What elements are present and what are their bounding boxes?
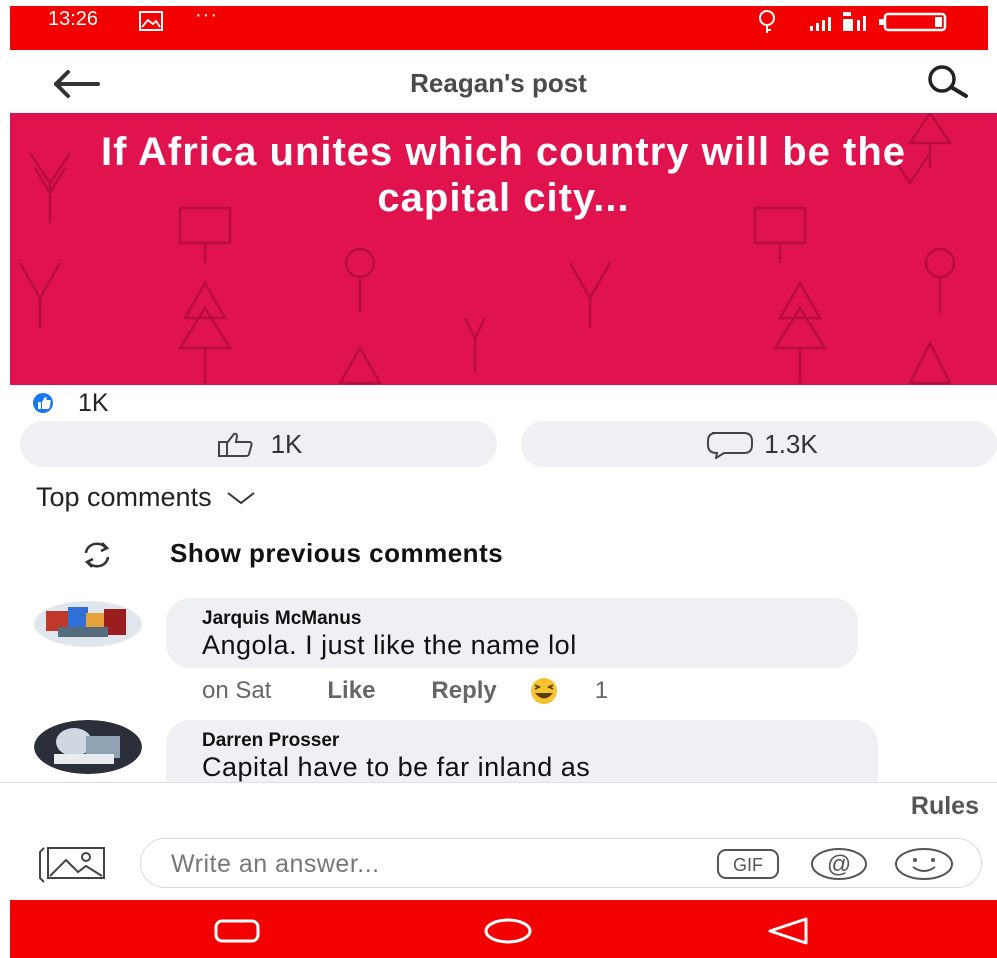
thumbs-up-icon [217, 432, 253, 457]
avatar-image [34, 720, 142, 774]
signal-icon [810, 12, 866, 31]
comment-reply-link[interactable]: Reply [431, 677, 496, 705]
comment-bubble: Jarquis McManus Angola. I just like the … [166, 598, 858, 668]
avatar-image [34, 601, 142, 647]
comment-reaction-count: 1 [594, 677, 609, 704]
recents-icon[interactable] [212, 918, 262, 944]
post-banner: If Africa unites which country will be t… [10, 113, 997, 385]
answer-placeholder: Write an answer... [171, 850, 380, 878]
reaction-count: 1K [78, 388, 109, 417]
comment-like-link[interactable]: Like [327, 677, 375, 705]
comment-text: Angola. I just like the name lol [202, 630, 577, 660]
reaction-summary[interactable]: 1K [32, 388, 109, 417]
comment-actions: on Sat Like Reply 1 [202, 675, 608, 707]
comment-bubble-icon [707, 432, 754, 459]
comment-text: Capital have to be far inland as [202, 752, 591, 782]
comment-sort-dropdown[interactable]: Top comments [36, 482, 256, 513]
photo-icon[interactable] [38, 844, 110, 884]
sort-label: Top comments [36, 482, 212, 512]
gif-icon[interactable]: GIF [716, 848, 780, 880]
home-icon[interactable] [482, 917, 534, 945]
back-nav-icon[interactable] [764, 915, 812, 947]
avatar[interactable] [34, 720, 142, 774]
comment-author[interactable]: Jarquis McManus [202, 608, 361, 630]
status-more-dots: ··· [195, 4, 218, 26]
avatar[interactable] [34, 601, 142, 647]
mention-icon[interactable]: @ [809, 847, 869, 881]
status-time: 13:26 [48, 8, 99, 30]
refresh-icon[interactable] [74, 539, 120, 571]
haha-reaction-icon[interactable] [521, 677, 567, 705]
comment-timestamp[interactable]: on Sat [202, 677, 271, 705]
answer-input[interactable]: Write an answer... GIF @ [140, 838, 982, 888]
rules-link[interactable]: Rules [911, 792, 979, 821]
post-text: If Africa unites which country will be t… [100, 130, 907, 220]
like-count: 1K [270, 428, 303, 459]
gallery-icon [139, 11, 163, 31]
comment-author[interactable]: Darren Prosser [202, 730, 339, 752]
battery-icon [879, 12, 947, 32]
page-title: Reagan's post [410, 68, 587, 98]
like-button[interactable]: 1K [20, 421, 497, 467]
show-previous-comments[interactable]: Show previous comments [170, 538, 503, 569]
location-icon [759, 10, 775, 33]
comment-button[interactable]: 1.3K [521, 421, 997, 467]
status-indicators [759, 10, 947, 33]
chevron-down-icon [226, 491, 255, 504]
gif-label: GIF [733, 855, 763, 875]
like-reaction-icon [33, 393, 53, 413]
emoji-icon[interactable] [893, 847, 955, 881]
at-label: @ [827, 851, 851, 878]
search-icon[interactable] [920, 62, 976, 102]
comment-count: 1.3K [764, 428, 818, 459]
